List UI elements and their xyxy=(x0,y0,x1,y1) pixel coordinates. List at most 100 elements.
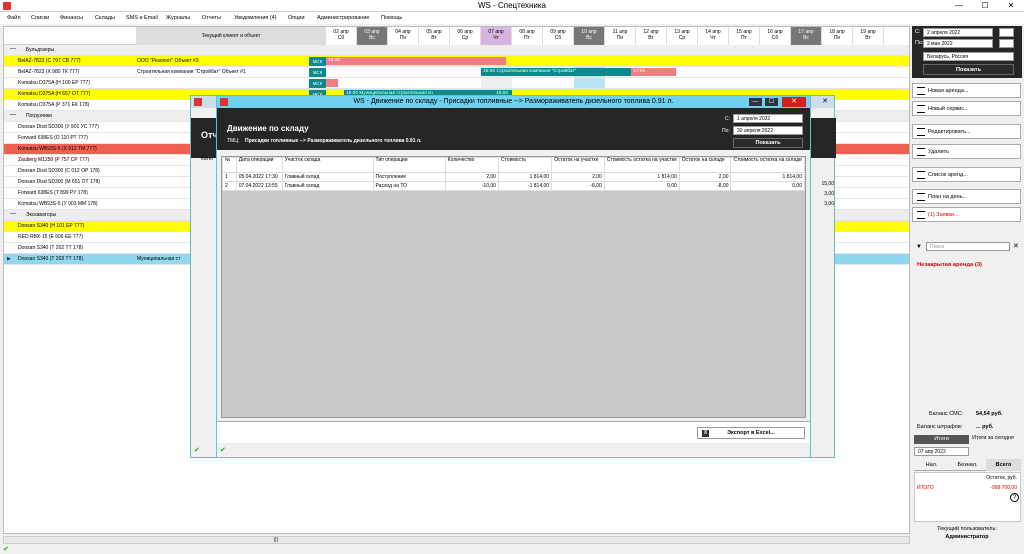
table-cell: 2,00 xyxy=(678,172,732,182)
rent-bar[interactable]: 15:00 Строительная компания "Стройбат" xyxy=(481,68,631,76)
dialog-maximize-button[interactable]: ☐ xyxy=(765,98,778,106)
menu-item-8[interactable]: Опции xyxy=(288,15,305,21)
right-button-1[interactable]: Новый сервис... xyxy=(912,101,1021,116)
totals-tab[interactable]: Итоги xyxy=(914,435,969,444)
rent-bar[interactable]: 17:00 xyxy=(631,68,676,76)
menu-item-6[interactable]: Отчеты xyxy=(202,15,221,21)
day-header[interactable]: 10 апр Вс xyxy=(574,27,605,45)
table-row[interactable]: BelAZ-7823 (Х 980 ТК 777) Строительная ко… xyxy=(4,67,909,78)
column-header[interactable]: Стоимость xyxy=(497,157,553,173)
day-header[interactable]: 09 апр Сб xyxy=(543,27,574,45)
menu-item-7[interactable]: Уведомления (4) xyxy=(234,15,277,21)
totals-tab-1[interactable]: Безнал. xyxy=(950,459,985,471)
dialog-show-button[interactable]: Показать xyxy=(733,138,803,148)
export-excel-button[interactable]: X Экспорт в Excel... xyxy=(697,427,805,439)
day-header[interactable]: 13 апр Ср xyxy=(667,27,698,45)
day-header[interactable]: 17 апр Вс xyxy=(791,27,822,45)
back-status-icon: ✔ xyxy=(194,447,200,454)
movement-table: № Дата операции Участок склада Тип операции… xyxy=(222,157,805,191)
rent-bar[interactable]: 15:00 xyxy=(326,57,506,65)
back-value: 15,00 xyxy=(821,181,834,187)
day-header[interactable]: 04 апр Пн xyxy=(388,27,419,45)
day-header[interactable]: 07 апр Чт xyxy=(481,27,512,45)
day-header[interactable]: 03 апр Вс xyxy=(357,27,388,45)
unclosed-rent-link[interactable]: Незакрытая аренда (3) xyxy=(917,262,982,268)
close-button[interactable]: ✕ xyxy=(998,0,1024,12)
dialog-from-input[interactable]: 1 апреля 2022 xyxy=(733,114,803,123)
menu-item-2[interactable]: Финансы xyxy=(60,15,83,21)
search-input[interactable]: Поиск xyxy=(926,242,1010,251)
from-date-input[interactable]: 2 апреля 2022 xyxy=(923,28,993,37)
table-cell: Поступление xyxy=(372,172,446,182)
to-date-input[interactable]: 2 мая 2022 xyxy=(923,39,993,48)
menu-item-10[interactable]: Помощь xyxy=(381,15,402,21)
table-row[interactable]: 1 05.04.2022 17:30 Главный склад Поступлени… xyxy=(222,172,805,182)
column-header[interactable]: Участок склада xyxy=(281,157,374,173)
column-header[interactable]: Тип операции xyxy=(372,157,446,173)
dialog-minimize-button[interactable]: — xyxy=(749,98,762,106)
help-icon[interactable]: ? xyxy=(1010,493,1019,502)
day-header[interactable]: 08 апр Пт xyxy=(512,27,543,45)
right-button-2[interactable]: Редактировать... xyxy=(912,124,1021,139)
table-row[interactable]: Komatsu D375A (Н 100 ЕР 777) МСК xyxy=(4,78,909,89)
menu-item-4[interactable]: SMS и Email xyxy=(126,15,158,21)
day-header[interactable]: 18 апр Пн xyxy=(822,27,853,45)
country-select[interactable]: Беларусь, Россия xyxy=(923,52,1014,61)
menu-item-0[interactable]: Файл xyxy=(7,15,21,21)
menu-item-1[interactable]: Списки xyxy=(31,15,49,21)
equipment-name: Doosan Disd SD300 (С 012 ОР 178) xyxy=(18,168,100,174)
right-button-5[interactable]: План на день... xyxy=(912,189,1021,204)
column-header[interactable]: Остаток на участке xyxy=(551,157,605,173)
right-button-0[interactable]: Новая аренда... xyxy=(912,83,1021,98)
menu-item-5[interactable]: Журналы xyxy=(166,15,190,21)
day-header[interactable]: 15 апр Пт xyxy=(729,27,760,45)
region-badge: МСК xyxy=(309,79,326,88)
column-header[interactable]: Стоимость остатка на складе xyxy=(730,157,805,173)
maximize-button[interactable]: ☐ xyxy=(972,0,998,12)
day-header[interactable]: 16 апр Сб xyxy=(760,27,791,45)
totals-date-input[interactable]: 07 апр 2022 xyxy=(914,447,969,456)
column-header[interactable]: Дата операции xyxy=(235,157,283,173)
day-header[interactable]: 05 апр Вт xyxy=(419,27,450,45)
day-header[interactable]: 02 апр Сб xyxy=(326,27,357,45)
minimize-button[interactable]: — xyxy=(946,0,972,12)
horizontal-scrollbar[interactable]: ||| xyxy=(3,536,910,544)
table-row[interactable]: 2 07.04.2022 13:55 Главный склад Расход на … xyxy=(222,181,805,191)
menu-bar: Файл Списки Финансы Склады SMS и Email Журнал… xyxy=(0,12,1024,24)
day-header[interactable]: 12 апр Вт xyxy=(636,27,667,45)
day-header[interactable]: 11 апр Пн xyxy=(605,27,636,45)
collapse-icon[interactable]: — xyxy=(10,112,16,118)
right-button-6[interactable]: (1) Заявки... xyxy=(912,207,1021,222)
column-header[interactable]: Остаток на складе xyxy=(678,157,732,173)
sms-balance-label: Баланс СМС: xyxy=(929,411,964,417)
dialog-to-input[interactable]: 30 апреля 2022 xyxy=(733,126,803,135)
totals-tab-0[interactable]: Нал. xyxy=(914,459,949,471)
collapse-icon[interactable]: — xyxy=(10,46,16,52)
dialog-status-icon: ✔ xyxy=(220,447,226,454)
menu-item-9[interactable]: Администрирование xyxy=(317,15,369,21)
totals-tab-2[interactable]: Всего xyxy=(986,459,1021,471)
column-header[interactable]: Стоимость остатка на участке xyxy=(603,157,680,173)
rent-bar[interactable] xyxy=(326,79,338,87)
collapse-icon[interactable]: — xyxy=(10,211,16,217)
right-button-4[interactable]: Список аренд... xyxy=(912,167,1021,182)
day-header[interactable]: 06 апр Ср xyxy=(450,27,481,45)
dialog-close-button[interactable]: ✕ xyxy=(782,97,806,107)
day-header[interactable]: 14 апр Чт xyxy=(698,27,729,45)
right-button-3[interactable]: Удалить xyxy=(912,144,1021,159)
equipment-name: Komatsu D375A (Н 100 ЕР 777) xyxy=(18,80,90,86)
user-label: Текущий пользователь: xyxy=(937,526,997,532)
column-header[interactable]: № xyxy=(222,157,237,173)
day-header[interactable]: 19 апр Вт xyxy=(853,27,884,45)
to-date-dropdown[interactable]: ▾ xyxy=(999,39,1014,48)
show-button[interactable]: Показать xyxy=(923,64,1014,75)
group-row[interactable]: — Бульдозеры xyxy=(4,45,909,56)
menu-item-3[interactable]: Склады xyxy=(95,15,115,21)
app-title: WS - Спецтехника xyxy=(478,1,546,10)
clear-search-icon[interactable]: ✕ xyxy=(1013,242,1019,250)
client-object: Строительная компания "Стройбат" Объект … xyxy=(137,69,246,75)
totals-today-tab[interactable]: Итоги за сегодня xyxy=(972,435,1014,441)
back-dialog-close[interactable]: ✕ xyxy=(822,96,828,108)
from-date-dropdown[interactable]: ▾ xyxy=(999,28,1014,37)
column-header[interactable]: Количество xyxy=(444,157,499,173)
